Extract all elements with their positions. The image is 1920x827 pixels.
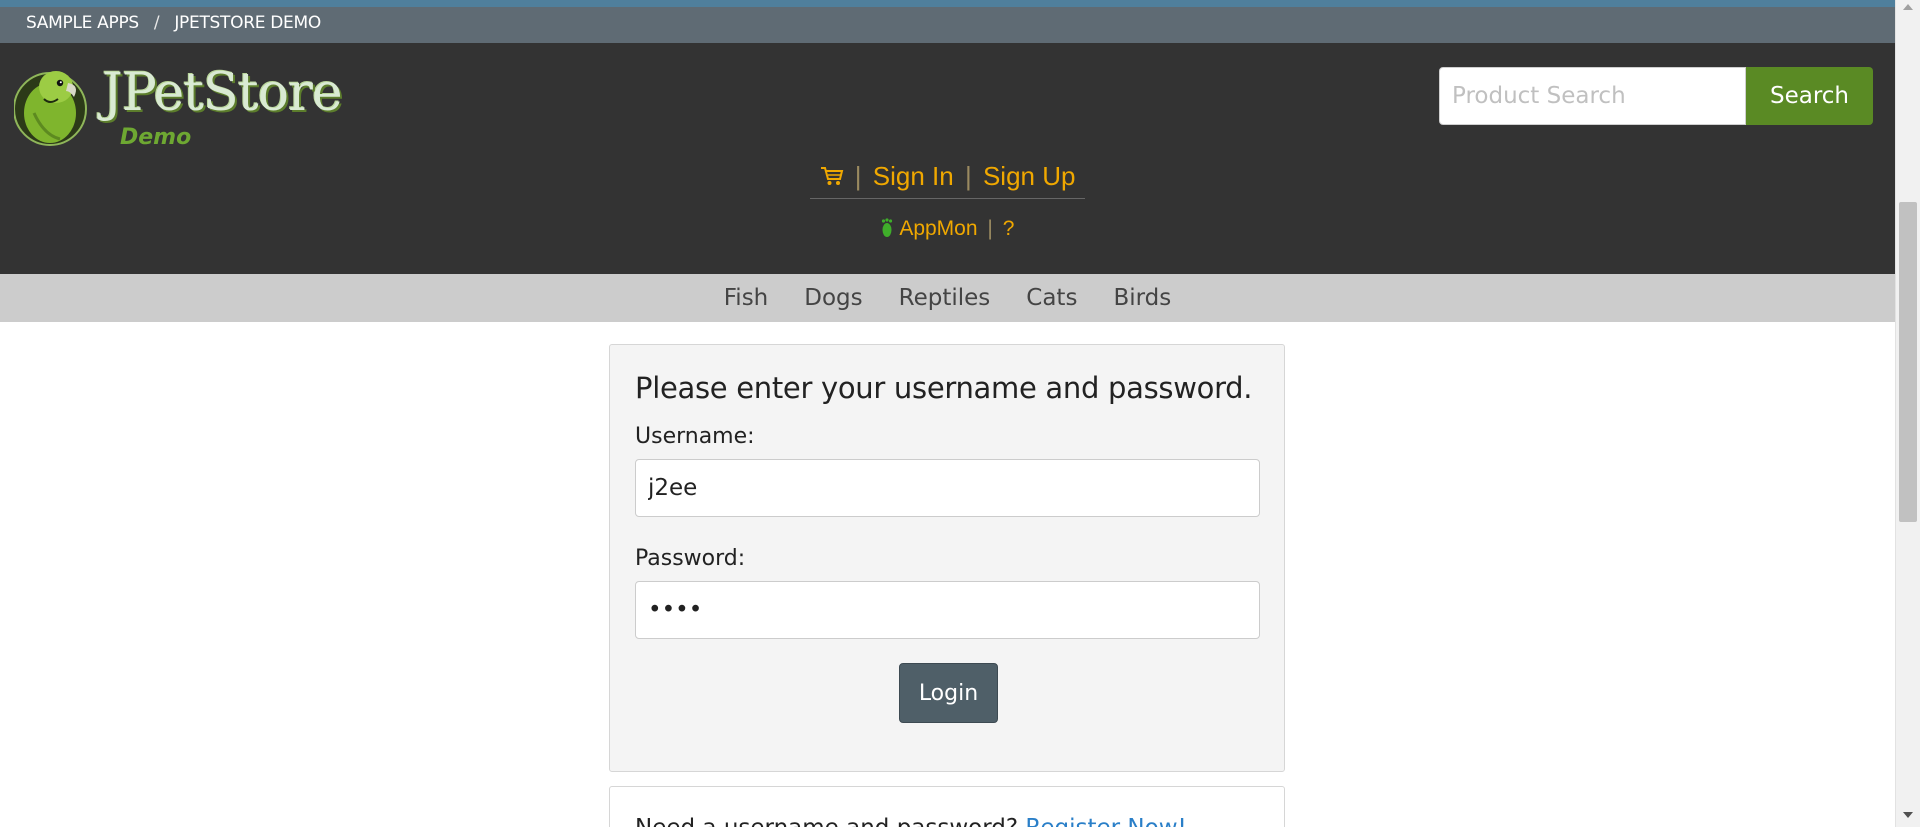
register-panel: Need a username and password? Register N… (609, 786, 1285, 827)
help-link[interactable]: ? (1003, 217, 1015, 240)
category-fish[interactable]: Fish (706, 285, 787, 311)
cart-link[interactable] (820, 161, 851, 191)
username-label: Username: (635, 424, 755, 449)
appmon-link[interactable]: AppMon (899, 217, 977, 240)
category-dogs[interactable]: Dogs (786, 285, 880, 311)
account-links: | Sign In | Sign Up (0, 161, 1895, 199)
account-links-group: | Sign In | Sign Up (809, 161, 1086, 199)
login-title: Please enter your username and password. (635, 371, 1253, 405)
link-separator: | (854, 161, 862, 191)
vertical-scrollbar[interactable] (1895, 0, 1920, 827)
breadcrumb: SAMPLE APPS / JPETSTORE DEMO (26, 13, 321, 33)
utility-links: AppMon | ? (0, 217, 1895, 241)
username-field[interactable] (635, 459, 1260, 517)
login-button[interactable]: Login (899, 663, 998, 723)
category-birds[interactable]: Birds (1095, 285, 1189, 311)
register-prompt: Need a username and password? Register N… (635, 815, 1187, 827)
scroll-down-arrow-icon[interactable] (1903, 812, 1913, 818)
link-separator: | (964, 161, 972, 191)
login-panel: Please enter your username and password.… (609, 344, 1285, 772)
search-button[interactable]: Search (1746, 67, 1873, 125)
password-label: Password: (635, 546, 746, 571)
breadcrumb-jpetstore-demo[interactable]: JPETSTORE DEMO (174, 13, 321, 33)
footprint-icon (881, 218, 892, 237)
page: SAMPLE APPS / JPETSTORE DEMO JPetStore D… (0, 0, 1895, 827)
logo-subtitle: Demo (120, 125, 192, 150)
link-separator: | (987, 217, 993, 240)
category-reptiles[interactable]: Reptiles (881, 285, 1009, 311)
product-search-input[interactable] (1439, 67, 1746, 125)
breadcrumb-separator: / (153, 13, 160, 33)
scroll-up-arrow-icon[interactable] (1903, 4, 1913, 10)
logo-link[interactable]: JPetStore Demo (14, 63, 343, 163)
header: JPetStore Demo Search | Sign In | Sign U… (0, 43, 1895, 274)
sign-up-link[interactable]: Sign Up (983, 161, 1076, 191)
sign-in-link[interactable]: Sign In (873, 161, 954, 191)
category-cats[interactable]: Cats (1008, 285, 1095, 311)
register-text: Need a username and password? (635, 815, 1018, 827)
password-field[interactable] (635, 581, 1260, 639)
breadcrumb-sample-apps[interactable]: SAMPLE APPS (26, 13, 139, 33)
breadcrumb-bar: SAMPLE APPS / JPETSTORE DEMO (0, 0, 1895, 43)
scrollbar-thumb[interactable] (1899, 202, 1917, 522)
cart-icon (820, 167, 843, 185)
category-nav: Fish Dogs Reptiles Cats Birds (0, 274, 1895, 322)
parrot-logo-icon (14, 71, 87, 146)
register-now-link[interactable]: Register Now! (1025, 815, 1186, 827)
logo-title: JPetStore (102, 63, 343, 123)
